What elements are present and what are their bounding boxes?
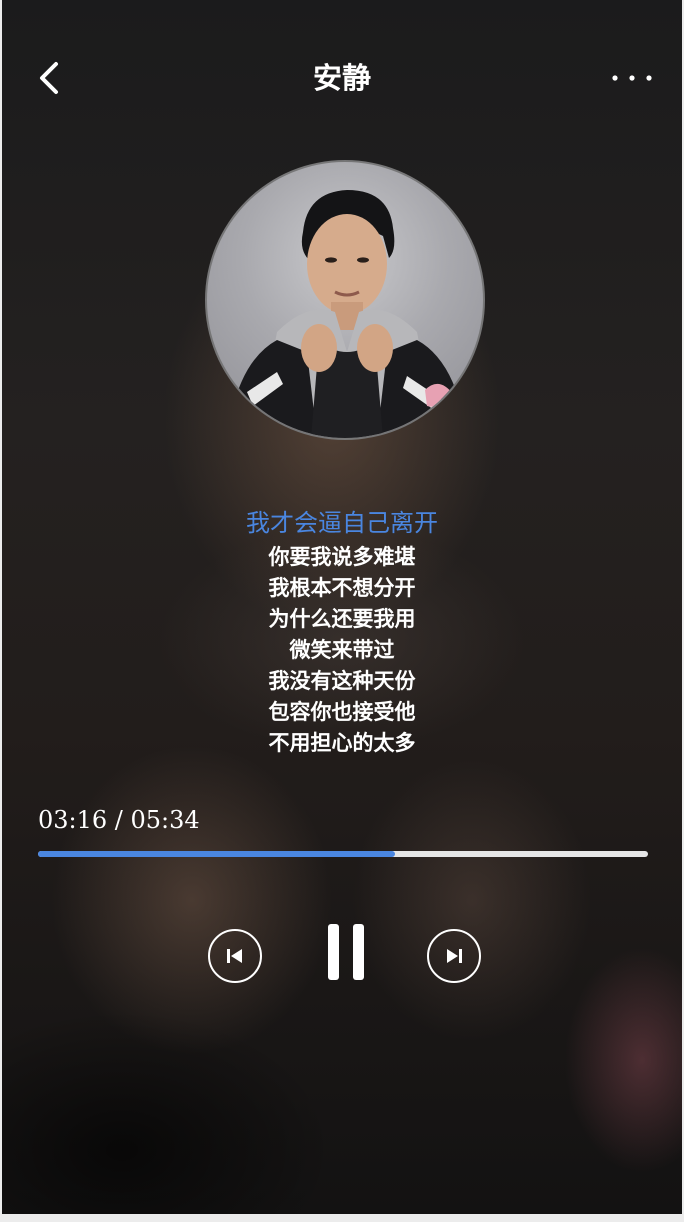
progress-bar[interactable] [38, 851, 648, 857]
lyric-line: 我没有这种天份 [268, 668, 416, 693]
top-bar: 安静 [2, 0, 682, 156]
more-options-button[interactable] [606, 60, 658, 96]
next-track-button[interactable] [427, 929, 481, 983]
lyric-line: 不用担心的太多 [268, 730, 416, 755]
music-player-screen: 安静 我才会逼自己离开 你要我说多难堪 我根本不想分开 为什么还要我用 微笑来带… [2, 0, 682, 1214]
skip-next-icon [447, 949, 462, 963]
lyrics-panel: 我才会逼自己离开 你要我说多难堪 我根本不想分开 为什么还要我用 微笑来带过 我… [2, 505, 682, 758]
album-cover [205, 160, 485, 440]
skip-previous-icon [227, 949, 242, 963]
pause-button[interactable] [324, 924, 368, 980]
song-title: 安静 [312, 61, 371, 95]
lyric-line: 包容你也接受他 [268, 699, 416, 724]
playback-time: 03:16 / 05:34 [38, 806, 200, 834]
current-lyric-line: 我才会逼自己离开 [246, 509, 438, 537]
more-horizontal-icon [612, 75, 652, 81]
lyric-line: 你要我说多难堪 [268, 544, 416, 569]
lyric-line: 我根本不想分开 [268, 575, 416, 600]
lyric-line: 微笑来带过 [289, 637, 395, 662]
progress-fill [38, 851, 396, 857]
back-button[interactable] [30, 58, 70, 98]
previous-track-button[interactable] [208, 929, 262, 983]
chevron-left-icon [40, 62, 58, 94]
lyric-line: 为什么还要我用 [268, 606, 416, 631]
artist-photo [227, 190, 467, 438]
